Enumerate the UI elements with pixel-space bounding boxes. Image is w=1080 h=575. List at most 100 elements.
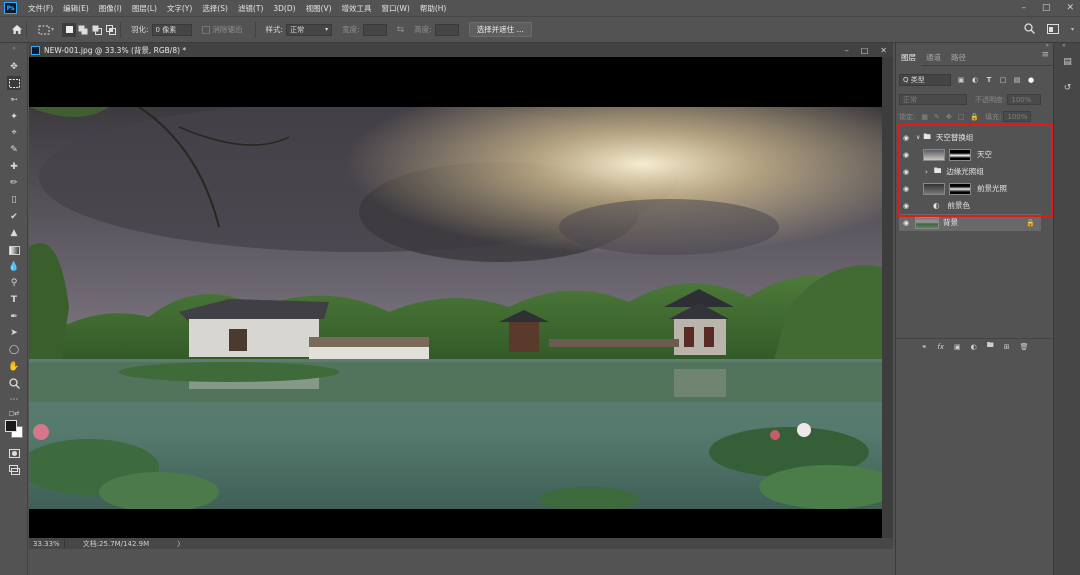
menu-filter[interactable]: 滤镜(T)	[233, 3, 268, 14]
move-tool-icon[interactable]: ✥	[7, 60, 21, 74]
tab-paths[interactable]: 路径	[946, 50, 971, 66]
antialias-checkbox[interactable]: 消除锯齿	[201, 24, 243, 35]
menu-window[interactable]: 窗口(W)	[377, 3, 415, 14]
zoom-tool-icon[interactable]	[7, 376, 21, 390]
blend-mode-select[interactable]: 正常	[899, 94, 967, 105]
doc-maximize-icon[interactable]: □	[861, 46, 869, 55]
brush-tool-icon[interactable]: ✏	[7, 176, 21, 190]
document-tab[interactable]: NEW-001.jpg @ 33.3% (背景, RGB/8) * – □ ✕	[29, 43, 893, 57]
status-menu-arrow[interactable]: 〉	[177, 539, 184, 549]
smart-object-filter-icon[interactable]: ▤	[1013, 76, 1021, 84]
link-layers-icon[interactable]: ⚭	[922, 343, 928, 351]
menu-select[interactable]: 选择(S)	[197, 3, 233, 14]
doc-minimize-icon[interactable]: –	[845, 46, 849, 55]
marquee-tool-icon[interactable]	[7, 76, 21, 90]
eyedropper-tool-icon[interactable]: ✎	[7, 143, 21, 157]
tab-channels[interactable]: 通道	[921, 50, 946, 66]
new-adjustment-icon[interactable]: ◐	[971, 343, 977, 351]
swap-icon[interactable]: ⇆	[397, 25, 405, 35]
canvas[interactable]	[29, 57, 882, 538]
feather-input[interactable]: 0 像素	[151, 23, 192, 36]
menu-help[interactable]: 帮助(H)	[415, 3, 452, 14]
fill-input[interactable]: 100%	[1003, 111, 1032, 122]
minimize-icon[interactable]: –	[1021, 3, 1026, 13]
history-brush-tool-icon[interactable]: ✔	[7, 210, 21, 224]
layer-style-icon[interactable]: fx	[937, 343, 944, 351]
vertical-scrollbar[interactable]	[882, 57, 893, 538]
menu-type[interactable]: 文字(Y)	[162, 3, 197, 14]
height-input[interactable]	[434, 23, 459, 36]
type-filter-icon[interactable]: T	[985, 76, 993, 84]
opacity-input[interactable]: 100%	[1007, 94, 1042, 105]
new-selection-icon[interactable]	[62, 22, 77, 37]
menu-plugins[interactable]: 增效工具	[337, 3, 377, 14]
style-select[interactable]: 正常 ▾	[286, 23, 333, 36]
dock-collapse-icon[interactable]: «	[1062, 42, 1066, 49]
intersect-selection-icon[interactable]	[104, 23, 118, 37]
lock-position-icon[interactable]: ✥	[946, 113, 952, 121]
menu-file[interactable]: 文件(F)	[23, 3, 58, 14]
dodge-tool-icon[interactable]: ⚲	[7, 276, 21, 290]
select-and-mask-button[interactable]: 选择并遮住 ...	[468, 22, 532, 37]
adjustment-filter-icon[interactable]: ◐	[971, 76, 979, 84]
lock-pixels-icon[interactable]: ✎	[934, 113, 940, 121]
foreground-color-swatch[interactable]	[5, 420, 17, 432]
magic-wand-tool-icon[interactable]: ✦	[7, 110, 21, 124]
tab-layers[interactable]: 图层	[896, 49, 921, 66]
more-tools-icon[interactable]: ⋯	[7, 393, 21, 407]
stamp-tool-icon[interactable]: ▯	[7, 193, 21, 207]
color-swatches[interactable]	[5, 420, 25, 440]
default-colors-icon[interactable]: □⇄	[7, 406, 21, 420]
doc-close-icon[interactable]: ✕	[880, 46, 887, 55]
lock-transparent-icon[interactable]: ▦	[921, 113, 928, 121]
pixel-filter-icon[interactable]: ▣	[957, 76, 965, 84]
history-panel-icon[interactable]: ↺	[1061, 81, 1074, 94]
close-icon[interactable]: ✕	[1066, 3, 1074, 13]
eraser-tool-icon[interactable]: ▲	[7, 226, 21, 240]
type-tool-icon[interactable]: T	[7, 293, 21, 307]
menu-view[interactable]: 视图(V)	[301, 3, 337, 14]
menu-image[interactable]: 图像(I)	[94, 3, 127, 14]
panel-collapse-icon[interactable]: »	[1045, 42, 1049, 49]
home-icon[interactable]	[10, 23, 24, 37]
menu-3d[interactable]: 3D(D)	[268, 4, 300, 13]
path-selection-tool-icon[interactable]: ➤	[7, 326, 21, 340]
menu-layer[interactable]: 图层(L)	[127, 3, 162, 14]
screen-mode-icon[interactable]	[7, 463, 21, 477]
blur-tool-icon[interactable]: 💧	[7, 260, 21, 274]
feather-control: 羽化: 0 像素	[131, 23, 192, 36]
width-control: 宽度:	[342, 23, 387, 36]
crop-tool-icon[interactable]: ⌖	[7, 126, 21, 140]
workspace-chevron-icon[interactable]: ▾	[1071, 26, 1074, 33]
filter-toggle-icon[interactable]: ●	[1027, 76, 1035, 84]
search-icon[interactable]	[1024, 23, 1035, 36]
maximize-icon[interactable]: □	[1042, 3, 1051, 13]
add-selection-icon[interactable]	[76, 23, 90, 37]
delete-layer-icon[interactable]: 🗑	[1020, 343, 1029, 351]
pen-tool-icon[interactable]: ✒	[7, 310, 21, 324]
hand-tool-icon[interactable]: ✋	[7, 360, 21, 374]
panel-menu-icon[interactable]: ≡	[1041, 50, 1049, 60]
rect-marquee-preset-icon[interactable]	[37, 23, 51, 37]
lock-label: 锁定:	[899, 112, 916, 121]
properties-panel-icon[interactable]: ▤	[1061, 55, 1074, 68]
zoom-level[interactable]: 33.33%	[29, 539, 65, 548]
menu-edit[interactable]: 编辑(E)	[58, 3, 94, 14]
lock-artboard-icon[interactable]: □	[958, 113, 965, 121]
add-mask-icon[interactable]: ▣	[954, 343, 961, 351]
shape-filter-icon[interactable]: □	[999, 76, 1007, 84]
document-size[interactable]: 文档:25.7M/142.9M	[83, 539, 149, 549]
quick-mask-icon[interactable]	[7, 446, 21, 460]
healing-brush-tool-icon[interactable]: ✚	[7, 160, 21, 174]
filter-kind-select[interactable]: Q 类型	[899, 74, 951, 86]
lock-all-icon[interactable]: 🔒	[970, 113, 979, 121]
workspace-icon[interactable]	[1046, 23, 1059, 36]
gradient-tool-icon[interactable]	[7, 243, 21, 257]
new-group-icon[interactable]: 🖿	[987, 341, 994, 352]
lasso-tool-icon[interactable]: ➵	[7, 93, 21, 107]
width-input[interactable]	[362, 23, 387, 36]
new-layer-icon[interactable]: ⊞	[1004, 343, 1010, 351]
subtract-selection-icon[interactable]	[90, 23, 104, 37]
collapse-icon[interactable]: »	[7, 41, 21, 55]
ellipse-tool-icon[interactable]: ◯	[7, 343, 21, 357]
